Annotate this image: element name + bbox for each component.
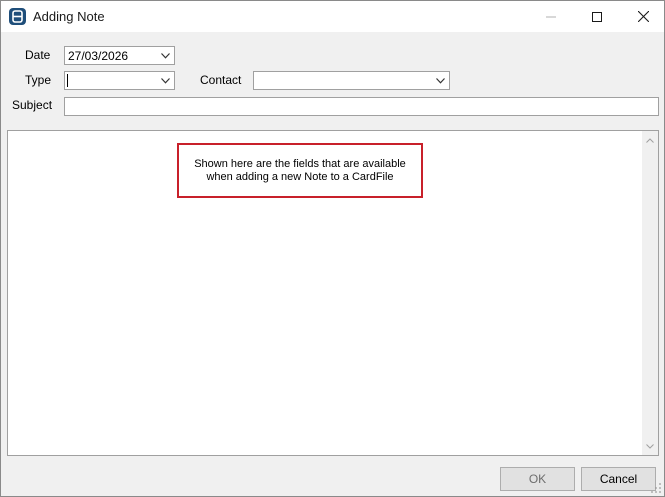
annotation-callout: Shown here are the fields that are avail…	[177, 143, 423, 198]
close-icon	[637, 11, 649, 22]
chevron-down-icon[interactable]	[158, 73, 172, 88]
date-value: 27/03/2026	[68, 49, 129, 63]
scroll-down-icon[interactable]	[642, 439, 658, 453]
subject-input[interactable]	[64, 97, 659, 116]
date-picker[interactable]: 27/03/2026	[64, 46, 175, 65]
contact-label: Contact	[200, 73, 242, 87]
vertical-scrollbar[interactable]	[642, 131, 658, 455]
type-dropdown[interactable]	[64, 71, 175, 90]
cancel-button[interactable]: Cancel	[581, 467, 656, 491]
date-label: Date	[25, 48, 51, 62]
minimize-icon	[546, 16, 556, 17]
text-cursor	[67, 74, 68, 87]
adding-note-dialog: Adding Note Date 27/03/2026 Type Contact…	[0, 0, 665, 497]
subject-label: Subject	[12, 98, 53, 112]
app-logo-icon	[9, 8, 26, 25]
resize-grip-icon[interactable]	[650, 482, 662, 494]
minimize-button[interactable]	[528, 1, 574, 32]
window-title: Adding Note	[33, 9, 105, 24]
maximize-icon	[592, 11, 602, 22]
chevron-down-icon[interactable]	[433, 73, 447, 88]
scroll-up-icon[interactable]	[642, 133, 658, 147]
chevron-down-icon[interactable]	[158, 48, 172, 63]
callout-line-1: Shown here are the fields that are avail…	[194, 157, 406, 170]
contact-dropdown[interactable]	[253, 71, 450, 90]
close-button[interactable]	[620, 1, 665, 32]
ok-button[interactable]: OK	[500, 467, 575, 491]
callout-line-2: when adding a new Note to a CardFile	[206, 170, 394, 183]
title-bar[interactable]: Adding Note	[1, 1, 664, 32]
type-label: Type	[25, 73, 52, 87]
maximize-button[interactable]	[574, 1, 620, 32]
